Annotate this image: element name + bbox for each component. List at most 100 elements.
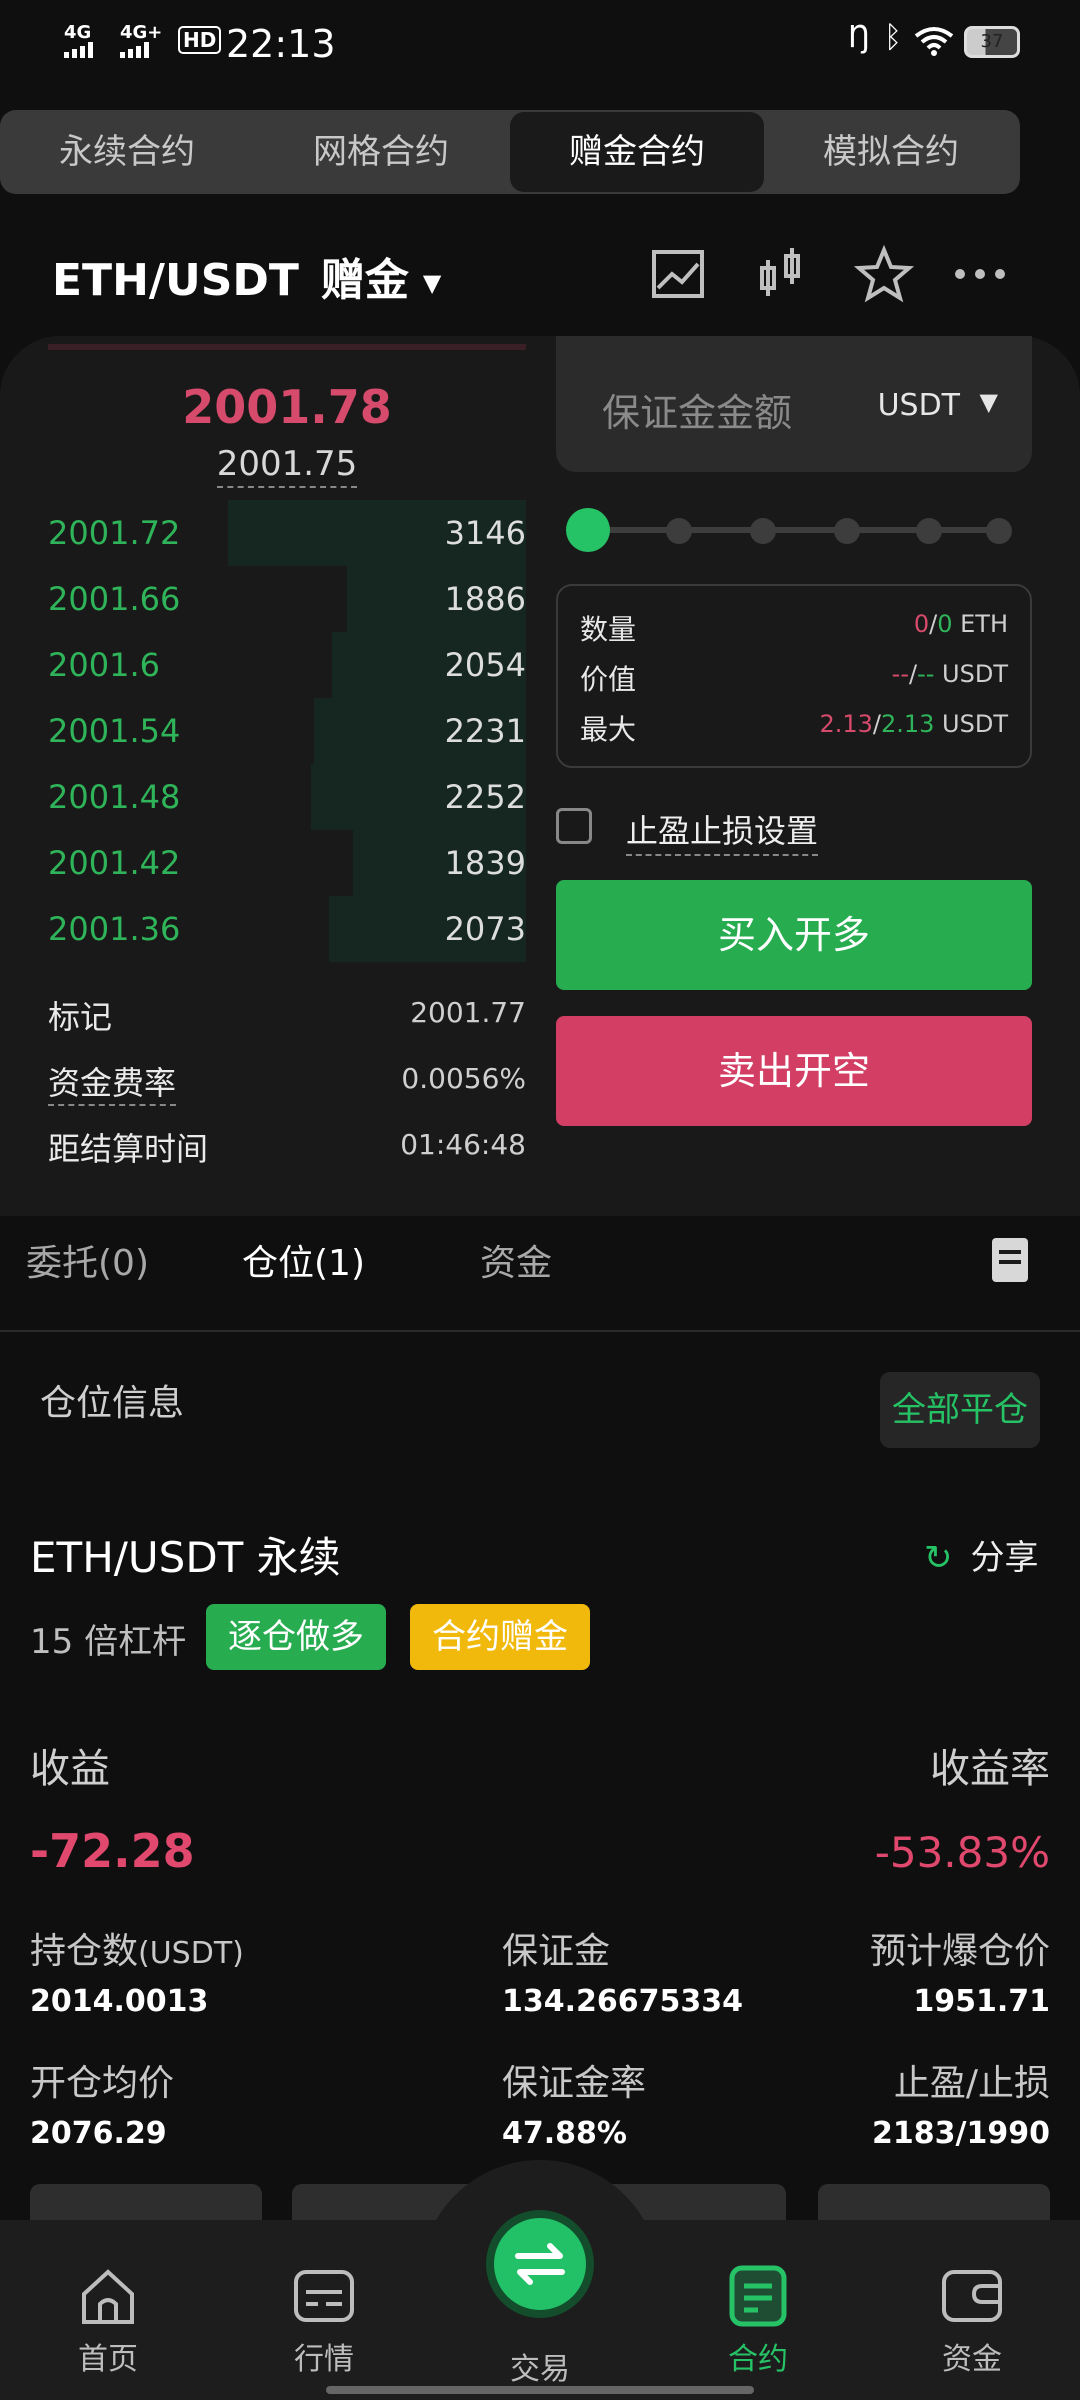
star-icon[interactable] (854, 244, 914, 304)
leverage-slider[interactable] (566, 508, 1012, 552)
tpsl-label-pos: 止盈/止损 (893, 2063, 1050, 2104)
entry-label: 开仓均价 (30, 2063, 175, 2104)
liq-label: 预计爆仓价 (869, 1931, 1050, 1972)
document-icon[interactable] (992, 1238, 1028, 1282)
tab-orders[interactable]: 委托(0) (26, 1234, 149, 1286)
share-label: 分享 (970, 1538, 1039, 1578)
candlestick-icon[interactable] (752, 244, 812, 304)
mark-label: 标记 (48, 998, 113, 1036)
bid-row[interactable]: 2001.48 2252 (48, 764, 526, 830)
buy-long-button[interactable]: 买入开多 (556, 880, 1032, 990)
share-button[interactable]: ↻ 分享 (924, 1530, 1039, 1579)
funding-value: 0.0056% (401, 1062, 526, 1095)
home-icon (82, 2269, 134, 2324)
wifi-icon (914, 27, 954, 56)
nav-wallet-label: 资金 (942, 2342, 1002, 2377)
slider-stop[interactable] (750, 518, 776, 544)
max-b: 2.13 (880, 710, 935, 738)
max-unit: USDT (942, 710, 1008, 738)
caret-down-icon: ▼ (422, 269, 442, 297)
signal-icon (120, 42, 149, 58)
clock: 22:13 (226, 22, 336, 66)
slider-stop[interactable] (986, 518, 1012, 544)
slider-stop[interactable] (834, 518, 860, 544)
index-price-wrap[interactable]: 2001.75 (48, 444, 526, 488)
close-all-button[interactable]: 全部平仓 (880, 1372, 1040, 1448)
bluetooth-icon: ᛒ (884, 20, 902, 55)
value-label: 价值 (580, 663, 637, 696)
network-label-2: 4G+ (120, 22, 163, 43)
bid-qty: 2054 (444, 646, 526, 684)
bid-qty: 2073 (444, 910, 526, 948)
ask-depth-bar (48, 344, 526, 350)
pair-selector[interactable]: ETH/USDT 赠金 ▼ (52, 244, 441, 308)
position-info-title: 仓位信息 (40, 1383, 185, 1424)
funding-rate-row[interactable]: 资金费率 0.0056% (48, 1058, 526, 1106)
liq-value: 1951.71 (913, 1984, 1050, 2019)
bid-row[interactable]: 2001.72 3146 (48, 500, 526, 566)
slider-stop[interactable] (916, 518, 942, 544)
tab-positions[interactable]: 仓位(1) (242, 1234, 365, 1286)
bid-price: 2001.36 (48, 910, 181, 948)
market-icon (294, 2270, 354, 2322)
margin-input[interactable]: 保证金金额 USDT ▼ (556, 336, 1032, 472)
nav-wallet[interactable]: 资金 (902, 2264, 1042, 2378)
bid-qty: 2231 (444, 712, 526, 750)
sell-short-button[interactable]: 卖出开空 (556, 1016, 1032, 1126)
network-label-1: 4G (64, 22, 92, 43)
bid-row[interactable]: 2001.6 2054 (48, 632, 526, 698)
home-indicator[interactable] (326, 2386, 754, 2394)
value-row: 价值 --/-- USDT (580, 660, 1008, 696)
slider-knob[interactable] (566, 508, 610, 552)
qty-unit: ETH (960, 610, 1008, 638)
pnl-value: -72.28 (30, 1824, 195, 1878)
settle-value: 01:46:48 (400, 1128, 526, 1161)
bid-row[interactable]: 2001.54 2231 (48, 698, 526, 764)
caret-down-icon: ▼ (979, 388, 998, 416)
value-unit: USDT (942, 660, 1008, 688)
nav-trade-button[interactable] (486, 2210, 594, 2318)
nav-trade-label[interactable]: 交易 (470, 2344, 610, 2388)
bid-price: 2001.42 (48, 844, 181, 882)
order-summary-box: 数量 0/0 ETH 价值 --/-- USDT 最大 2.13/2.13 US… (556, 584, 1032, 768)
bid-price: 2001.48 (48, 778, 181, 816)
tab-funds[interactable]: 资金 (480, 1234, 552, 1286)
more-icon[interactable] (950, 244, 1010, 304)
nav-market-label: 行情 (294, 2342, 354, 2377)
funding-label: 资金费率 (48, 1064, 177, 1106)
pair-suffix: 赠金 (320, 255, 409, 306)
tab-perpetual[interactable]: 永续合约 (0, 110, 254, 194)
tab-bonus[interactable]: 赠金合约 (510, 112, 764, 192)
bid-price: 2001.54 (48, 712, 181, 750)
wallet-icon (942, 2270, 1002, 2322)
tpsl-label: 止盈止损设置 (626, 806, 819, 856)
last-price: 2001.78 (182, 380, 392, 434)
mark-value: 2001.77 (410, 996, 526, 1029)
size-unit: (USDT) (138, 1936, 244, 1971)
pair-name: ETH/USDT (52, 255, 299, 306)
qty-b: 0 (937, 610, 953, 638)
slider-stop[interactable] (666, 518, 692, 544)
bid-row[interactable]: 2001.36 2073 (48, 896, 526, 962)
tpsl-checkbox[interactable] (556, 808, 592, 844)
size-value: 2014.0013 (30, 1984, 209, 2019)
swap-icon (515, 2243, 565, 2285)
nfc-icon: Ŋ (848, 20, 871, 55)
entry-value: 2076.29 (30, 2116, 167, 2151)
unit-select[interactable]: USDT (878, 388, 960, 423)
nav-home[interactable]: 首页 (38, 2264, 178, 2378)
signal-icon (64, 42, 93, 58)
chart-icon[interactable] (648, 244, 708, 304)
tab-demo[interactable]: 模拟合约 (764, 110, 1018, 194)
nav-market[interactable]: 行情 (254, 2264, 394, 2378)
bid-row[interactable]: 2001.66 1886 (48, 566, 526, 632)
tab-grid[interactable]: 网格合约 (254, 110, 508, 194)
contract-type-tabs: 永续合约 网格合约 赠金合约 模拟合约 (0, 110, 1020, 194)
bid-price: 2001.66 (48, 580, 181, 618)
hd-icon: HD (178, 26, 222, 54)
bid-row[interactable]: 2001.42 1839 (48, 830, 526, 896)
bonus-badge: 合约赠金 (410, 1604, 590, 1670)
nav-contract-label: 合约 (728, 2342, 788, 2377)
nav-contract[interactable]: 合约 (688, 2264, 828, 2378)
tpsl-value: 2183/1990 (872, 2116, 1050, 2151)
